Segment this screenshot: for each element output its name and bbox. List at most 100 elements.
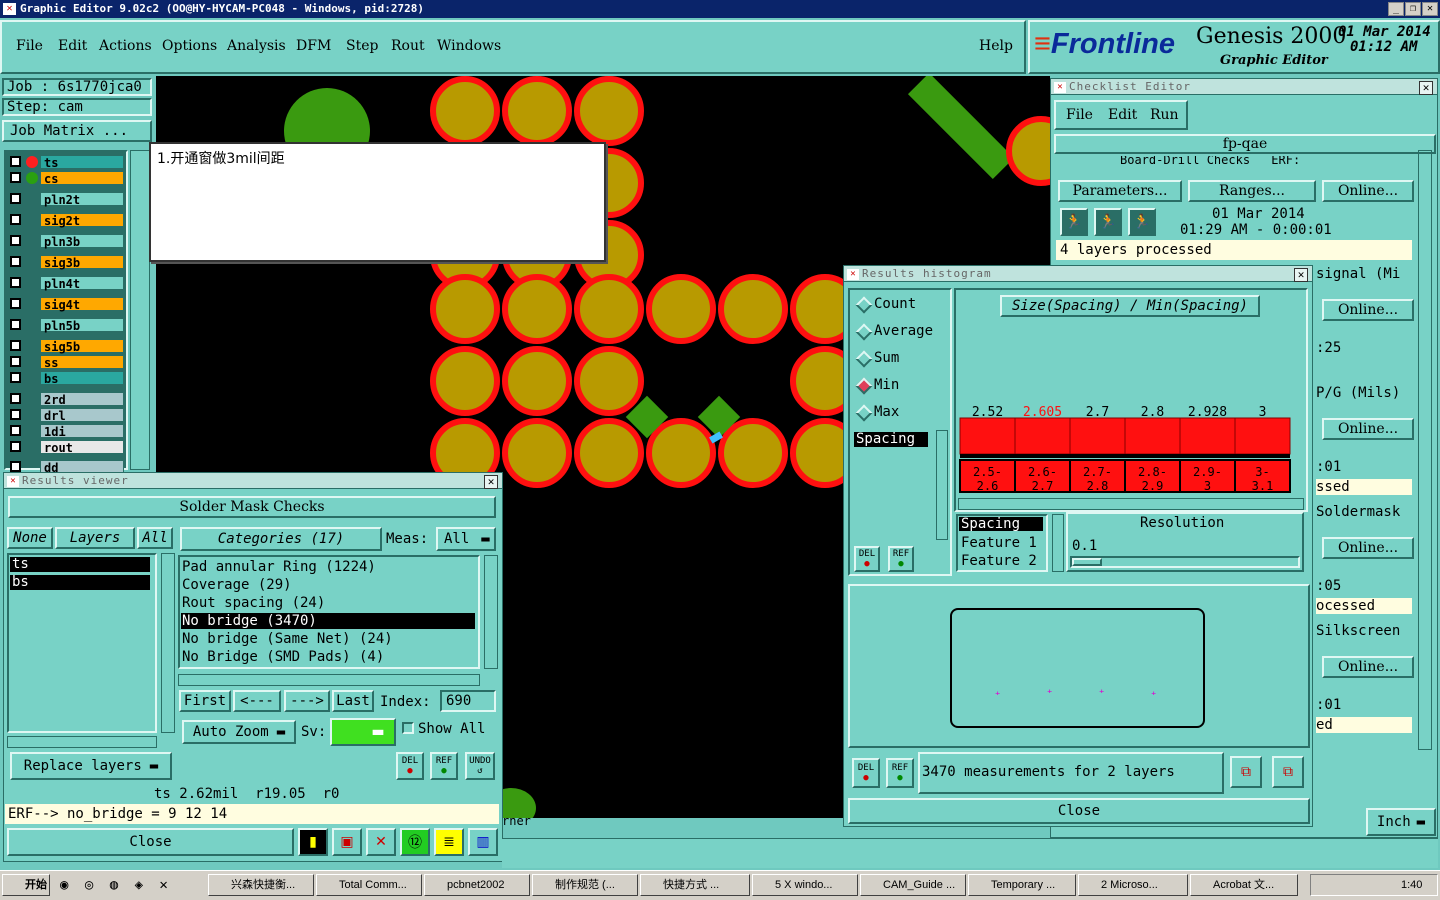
layer-row-12[interactable]: 2rd	[6, 392, 124, 407]
category-item[interactable]: Coverage (29)	[181, 577, 475, 593]
layer-checkbox[interactable]	[10, 356, 21, 367]
layer-row-4[interactable]: pln3b	[6, 234, 124, 249]
layer-checkbox[interactable]	[10, 319, 21, 330]
menu-dfm[interactable]: DFM	[296, 38, 331, 54]
histogram-bar[interactable]	[1234, 417, 1291, 455]
layer-checkbox[interactable]	[10, 172, 21, 183]
prev-button[interactable]: <---	[233, 690, 281, 712]
measure-list-item[interactable]: Spacing	[854, 432, 928, 447]
layer-name[interactable]: pln4t	[40, 276, 124, 291]
auto-zoom-dropdown[interactable]: Auto Zoom ▬	[182, 720, 296, 744]
layer-checkbox[interactable]	[10, 441, 21, 452]
inch-dropdown[interactable]: Inch ▬	[1366, 808, 1436, 836]
checklist-menu-run[interactable]: Run	[1150, 107, 1179, 123]
menu-rout[interactable]: Rout	[391, 38, 425, 54]
layer-checkbox[interactable]	[10, 156, 21, 167]
layer-row-14[interactable]: 1di	[6, 424, 124, 439]
chart-hscroll[interactable]	[958, 498, 1304, 510]
histogram-icon[interactable]: ▥	[468, 828, 498, 856]
taskbar-item[interactable]: pcbnet2002	[424, 874, 530, 896]
online-button-4[interactable]: Online...	[1322, 537, 1414, 559]
resolution-slider[interactable]	[1070, 556, 1300, 568]
layer-row-15[interactable]: rout	[6, 440, 124, 455]
measure-feature1[interactable]: Feature 1	[961, 535, 1037, 551]
run-icon-3[interactable]: 🏃	[1128, 208, 1156, 236]
layer-name[interactable]: 2rd	[40, 392, 124, 407]
tool-icon-2[interactable]: ▣	[332, 828, 362, 856]
checklist-menu-edit[interactable]: Edit	[1108, 107, 1137, 123]
measures-vscroll[interactable]	[1052, 514, 1064, 572]
menu-step[interactable]: Step	[346, 38, 378, 54]
layer-checkbox[interactable]	[10, 256, 21, 267]
histogram-bar[interactable]	[959, 417, 1016, 455]
layer-checkbox[interactable]	[10, 235, 21, 246]
checklist-vscroll[interactable]	[1418, 150, 1432, 750]
layer-result-bs[interactable]: bs	[10, 575, 150, 590]
ref-button[interactable]: REF ●	[430, 752, 458, 780]
sv-color-dropdown[interactable]: ▬	[330, 718, 396, 746]
taskbar-item[interactable]: Total Comm...	[316, 874, 422, 896]
show-all-checkbox[interactable]	[402, 722, 414, 734]
layer-checkbox[interactable]	[10, 461, 21, 472]
histogram-bar[interactable]	[1069, 417, 1126, 455]
online-button-1[interactable]: Online...	[1322, 180, 1414, 202]
taskbar-item[interactable]: Temporary ...	[968, 874, 1076, 896]
layer-name[interactable]: ss	[40, 355, 124, 370]
category-item[interactable]: Rout spacing (24)	[181, 595, 475, 611]
preview-ref-button[interactable]: REF ●	[886, 758, 914, 788]
undo-button[interactable]: UNDO ↺	[465, 752, 495, 780]
taskbar-item[interactable]: 兴森快捷衡...	[208, 874, 314, 896]
layer-checkbox[interactable]	[10, 340, 21, 351]
layer-name[interactable]: sig2t	[40, 213, 124, 228]
close-window-button[interactable]: ✕	[1422, 2, 1438, 16]
tool-icon-3[interactable]: ✕	[366, 828, 396, 856]
layer-checkbox[interactable]	[10, 393, 21, 404]
histogram-bar[interactable]	[1124, 417, 1181, 455]
measure-spacing[interactable]: Spacing	[959, 517, 1043, 531]
menu-edit[interactable]: Edit	[58, 38, 87, 54]
del-button[interactable]: DEL ●	[396, 752, 424, 780]
layer-name[interactable]: 1di	[40, 424, 124, 439]
layer-row-10[interactable]: ss	[6, 355, 124, 370]
taskbar-item[interactable]: 快捷方式 ...	[640, 874, 750, 896]
histogram-bar[interactable]	[1179, 417, 1236, 455]
quicklaunch-icons[interactable]: ◉ ◎ ◍ ◈ ✕	[60, 877, 172, 893]
category-item[interactable]: No bridge (Same Net) (24)	[181, 631, 475, 647]
layer-name[interactable]: sig3b	[40, 255, 124, 270]
layer-row-7[interactable]: sig4t	[6, 297, 124, 312]
taskbar-item[interactable]: Acrobat 文...	[1190, 874, 1298, 896]
online-button-2[interactable]: Online...	[1322, 299, 1414, 321]
layer-name[interactable]: sig4t	[40, 297, 124, 312]
all-button[interactable]: All	[137, 527, 173, 549]
layer-scrollbar[interactable]	[130, 150, 150, 470]
run-icon-2[interactable]: 🏃	[1094, 208, 1122, 236]
taskbar-item[interactable]: 制作规范 (...	[532, 874, 638, 896]
run-icon-1[interactable]: 🏃	[1060, 208, 1088, 236]
layer-name[interactable]: rout	[40, 440, 124, 455]
tool-icon-5[interactable]: ≣	[434, 828, 464, 856]
layer-row-5[interactable]: sig3b	[6, 255, 124, 270]
online-button-3[interactable]: Online...	[1322, 418, 1414, 440]
layer-row-8[interactable]: pln5b	[6, 318, 124, 333]
histogram-close-icon[interactable]: ✕	[1294, 268, 1308, 282]
layer-checkbox[interactable]	[10, 277, 21, 288]
menu-file[interactable]: File	[16, 38, 43, 54]
layer-row-2[interactable]: pln2t	[6, 192, 124, 207]
none-button[interactable]: None	[7, 527, 53, 549]
histogram-close-button[interactable]: Close	[848, 798, 1310, 824]
tool-icon-4[interactable]: ⑫	[400, 828, 430, 856]
category-hscroll[interactable]	[178, 674, 480, 686]
layer-name[interactable]: pln3b	[40, 234, 124, 249]
zoom-icon-1[interactable]: ⧉	[1230, 756, 1262, 788]
layer-name[interactable]: ts	[40, 155, 124, 170]
next-button[interactable]: --->	[284, 690, 330, 712]
layer-checkbox[interactable]	[10, 298, 21, 309]
job-matrix-button[interactable]: Job Matrix ...	[2, 120, 152, 142]
layer-checkbox[interactable]	[10, 425, 21, 436]
layer-name[interactable]: cs	[40, 171, 124, 186]
maximize-button[interactable]: ❐	[1405, 2, 1421, 16]
layer-checkbox[interactable]	[10, 372, 21, 383]
layer-row-9[interactable]: sig5b	[6, 339, 124, 354]
layer-row-6[interactable]: pln4t	[6, 276, 124, 291]
menu-windows[interactable]: Windows	[437, 38, 501, 54]
